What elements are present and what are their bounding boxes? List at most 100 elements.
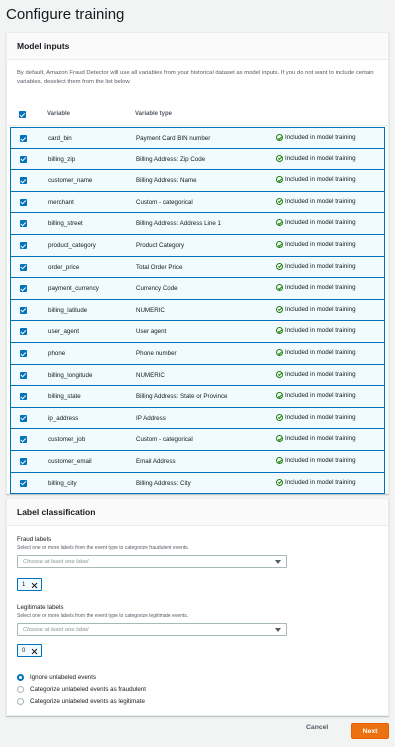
remove-token-icon[interactable] xyxy=(31,648,37,654)
row-checkbox[interactable] xyxy=(20,457,27,465)
variable-name: customer_job xyxy=(48,436,86,444)
variable-name: billing_longitude xyxy=(48,371,93,379)
table-row[interactable]: billing_longitude NUMERIC Included in mode… xyxy=(10,364,385,387)
radio-unlabeled-fraudulent[interactable]: Categorize unlabeled events as fraudulen… xyxy=(17,686,146,693)
check-circle-icon xyxy=(276,327,283,335)
radio-label: Categorize unlabeled events as fraudulen… xyxy=(30,686,146,693)
table-row[interactable]: card_bin Payment Card BIN number Included … xyxy=(10,127,385,149)
table-row[interactable]: customer_job Custom - categorical Included… xyxy=(10,429,385,451)
table-row[interactable]: merchant Custom - categorical Included in … xyxy=(10,191,385,214)
select-all-checkbox[interactable] xyxy=(19,111,26,118)
variable-name: phone xyxy=(48,349,66,357)
row-checkbox[interactable] xyxy=(20,220,27,228)
check-circle-icon xyxy=(276,154,283,162)
legit-labels-select[interactable]: Choose at least one label xyxy=(17,623,287,636)
status-text: Included in model training xyxy=(285,370,356,378)
radio-button[interactable] xyxy=(17,686,24,693)
status-badge: Included in model training xyxy=(276,219,356,227)
row-checkbox[interactable] xyxy=(20,349,27,357)
variable-type: Payment Card BIN number xyxy=(136,135,211,142)
status-text: Included in model training xyxy=(285,262,356,270)
table-row[interactable]: product_category Product Category Included… xyxy=(10,234,385,257)
radio-ignore-unlabeled[interactable]: Ignore unlabeled events xyxy=(17,674,96,681)
row-checkbox[interactable] xyxy=(20,198,27,206)
table-row[interactable]: order_price Total Order Price Included in … xyxy=(10,256,385,279)
check-circle-icon xyxy=(276,197,283,205)
check-circle-icon xyxy=(276,262,283,270)
table-row[interactable]: user_agent User agent Included in model tr… xyxy=(10,321,385,343)
check-circle-icon xyxy=(276,284,283,292)
variable-name: billing_state xyxy=(48,393,81,401)
status-text: Included in model training xyxy=(285,134,356,141)
variable-type: Total Order Price xyxy=(136,263,183,271)
status-badge: Included in model training xyxy=(276,348,356,356)
status-text: Included in model training xyxy=(285,176,356,184)
status-text: Included in model training xyxy=(285,240,356,248)
check-circle-icon xyxy=(276,348,283,356)
variable-name: user_agent xyxy=(48,328,79,336)
fraud-label-token: 1 xyxy=(17,578,42,591)
model-inputs-header: Model inputs xyxy=(7,33,388,60)
table-row[interactable]: payment_currency Currency Code Included in… xyxy=(10,278,385,300)
row-checkbox[interactable] xyxy=(20,241,27,249)
table-row[interactable]: ip_address IP Address Included in model tr… xyxy=(10,407,385,430)
status-badge: Included in model training xyxy=(276,134,356,141)
table-row[interactable]: billing_city Billing Address: City Include… xyxy=(10,472,385,495)
column-variable-type: Variable type xyxy=(135,111,173,117)
row-checkbox[interactable] xyxy=(20,393,27,401)
cancel-button[interactable]: Cancel xyxy=(306,724,328,731)
row-checkbox[interactable] xyxy=(20,263,27,271)
caret-down-icon xyxy=(275,628,281,632)
row-checkbox[interactable] xyxy=(20,135,27,142)
row-checkbox[interactable] xyxy=(20,371,27,379)
variable-type: Phone number xyxy=(136,349,177,357)
model-inputs-panel: Model inputs By default, Amazon Fraud De… xyxy=(6,32,389,495)
check-circle-icon xyxy=(276,305,283,313)
variable-type: Product Category xyxy=(136,241,185,249)
model-inputs-description: By default, Amazon Fraud Detector will u… xyxy=(17,70,374,86)
row-checkbox[interactable] xyxy=(20,177,27,185)
status-badge: Included in model training xyxy=(276,456,356,464)
table-row[interactable]: billing_state Billing Address: State or P… xyxy=(10,386,385,408)
variable-name: ip_address xyxy=(48,414,79,422)
table-row[interactable]: billing_latitude NUMERIC Included in model… xyxy=(10,299,385,322)
row-checkbox[interactable] xyxy=(20,306,27,314)
check-circle-icon xyxy=(276,392,283,400)
check-circle-icon xyxy=(276,413,283,421)
table-row[interactable]: billing_zip Billing Address: Zip Code Incl… xyxy=(10,148,385,171)
radio-unlabeled-legitimate[interactable]: Categorize unlabeled events as legitimat… xyxy=(17,698,145,705)
status-badge: Included in model training xyxy=(276,478,356,486)
variable-name: customer_email xyxy=(48,457,92,465)
row-checkbox[interactable] xyxy=(20,328,27,336)
row-checkbox[interactable] xyxy=(20,285,27,293)
status-badge: Included in model training xyxy=(276,392,356,400)
table-row[interactable]: phone Phone number Included in model train… xyxy=(10,342,385,365)
table-row[interactable]: customer_name Billing Address: Name Includ… xyxy=(10,170,385,192)
fraud-labels-placeholder: Choose at least one label xyxy=(23,558,89,565)
variable-type: Billing Address: Zip Code xyxy=(136,155,206,163)
label-classification-title: Label classification xyxy=(17,507,96,517)
table-row[interactable]: customer_email Email Address Included in m… xyxy=(10,450,385,473)
row-checkbox[interactable] xyxy=(20,479,27,487)
row-checkbox[interactable] xyxy=(20,414,27,422)
fraud-labels-select[interactable]: Choose at least one label xyxy=(17,555,287,568)
check-circle-icon xyxy=(276,176,283,184)
variable-type: User agent xyxy=(136,328,167,336)
variable-name: order_price xyxy=(48,263,80,271)
status-badge: Included in model training xyxy=(276,154,356,162)
check-circle-icon xyxy=(276,370,283,378)
status-badge: Included in model training xyxy=(276,197,356,205)
variable-type: Billing Address: Address Line 1 xyxy=(136,220,221,228)
variable-name: billing_city xyxy=(48,479,77,487)
variable-type: Email Address xyxy=(136,457,176,465)
radio-button[interactable] xyxy=(17,674,24,681)
table-row[interactable]: billing_street Billing Address: Address L… xyxy=(10,213,385,235)
next-button[interactable]: Next xyxy=(351,723,389,739)
status-text: Included in model training xyxy=(285,197,356,205)
row-checkbox[interactable] xyxy=(20,436,27,444)
row-checkbox[interactable] xyxy=(20,155,27,163)
remove-token-icon[interactable] xyxy=(31,582,37,588)
status-text: Included in model training xyxy=(285,435,356,443)
column-variable: Variable xyxy=(47,111,71,117)
radio-button[interactable] xyxy=(17,698,24,705)
